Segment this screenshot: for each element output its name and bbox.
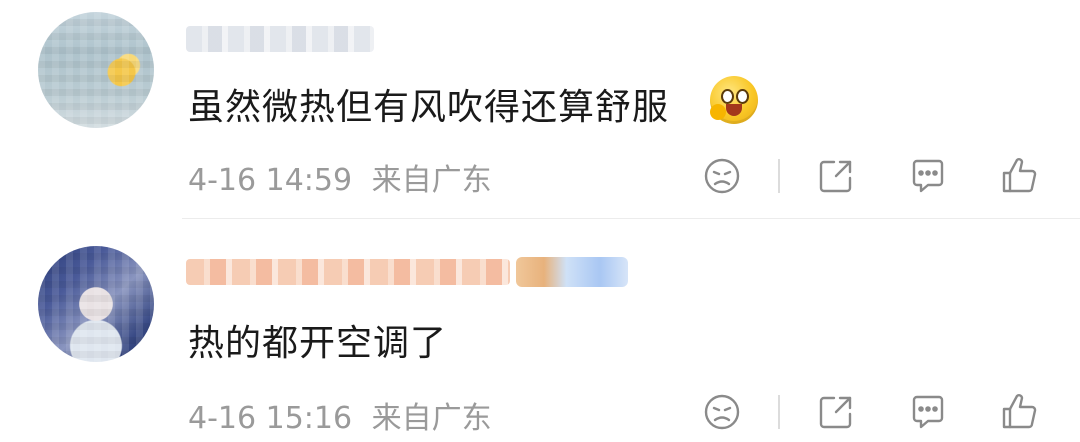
comment-text: 热的都开空调了 [188,323,448,364]
avatar[interactable] [38,246,154,362]
username-blurred[interactable] [186,259,510,285]
thumbs-up-icon[interactable] [998,390,1042,434]
comment-actions [700,390,1050,434]
comment-meta: 4-16 15:16 来自广东 [188,393,492,437]
share-icon[interactable] [814,390,858,434]
comment-list: 虽然微热但有风吹得还算舒服 4-16 14:59 来自广东 热的都开空调了 4-… [0,0,1080,442]
dislike-face-icon[interactable] [700,390,744,434]
action-separator [778,395,780,429]
comment-time: 4-16 15:16 [188,401,353,436]
user-badge-blurred [516,257,628,287]
comment-location: 来自广东 [371,401,492,436]
comment-bubble-icon[interactable] [906,390,950,434]
comment-item: 热的都开空调了 4-16 15:16 来自广东 [0,0,1080,436]
